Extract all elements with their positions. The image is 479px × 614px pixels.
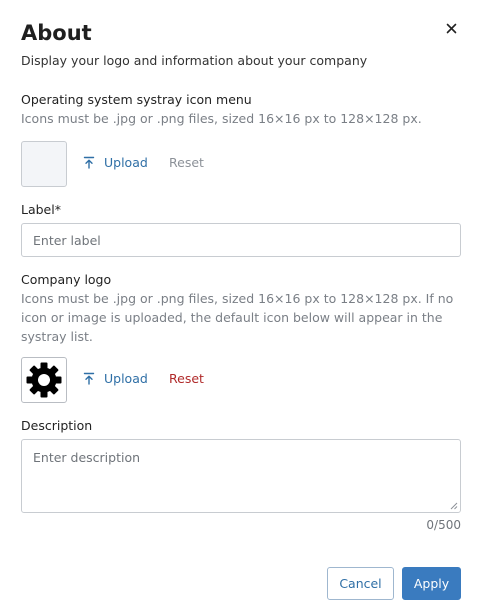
close-icon: [446, 23, 457, 34]
company-logo-reset-button[interactable]: Reset: [169, 371, 204, 386]
systray-upload-button[interactable]: Upload: [83, 155, 148, 170]
close-button[interactable]: [443, 20, 461, 38]
cancel-button-label: Cancel: [339, 576, 382, 591]
description-field: [21, 439, 461, 513]
label-field: [21, 223, 461, 257]
description-char-counter: 0/500: [426, 518, 461, 532]
description-field-label: Description: [21, 418, 93, 433]
company-logo-hint: Icons must be .jpg or .png files, sized …: [21, 291, 454, 344]
description-input[interactable]: [22, 440, 460, 512]
label-input[interactable]: [22, 224, 460, 256]
company-logo-upload-label: Upload: [104, 371, 148, 386]
apply-button-label: Apply: [413, 576, 450, 591]
systray-reset-button[interactable]: Reset: [169, 155, 204, 170]
company-logo-preview: [21, 357, 67, 403]
company-logo-upload-button[interactable]: Upload: [83, 371, 148, 386]
company-logo-reset-label: Reset: [169, 371, 204, 386]
systray-section-title: Operating system systray icon menu: [21, 92, 252, 107]
resize-grip-icon[interactable]: [450, 502, 458, 510]
upload-icon: [83, 372, 95, 385]
dialog-subtitle: Display your logo and information about …: [21, 53, 368, 68]
cancel-button[interactable]: Cancel: [327, 567, 394, 600]
dialog-title: About: [21, 21, 92, 45]
label-field-label: Label*: [21, 202, 61, 217]
systray-upload-label: Upload: [104, 155, 148, 170]
gear-icon: [26, 362, 62, 398]
apply-button[interactable]: Apply: [402, 567, 461, 600]
upload-icon: [83, 156, 95, 169]
company-logo-section-title: Company logo: [21, 272, 112, 287]
systray-reset-label: Reset: [169, 155, 204, 170]
systray-icon-preview: [21, 141, 67, 187]
systray-hint: Icons must be .jpg or .png files, sized …: [21, 111, 422, 126]
